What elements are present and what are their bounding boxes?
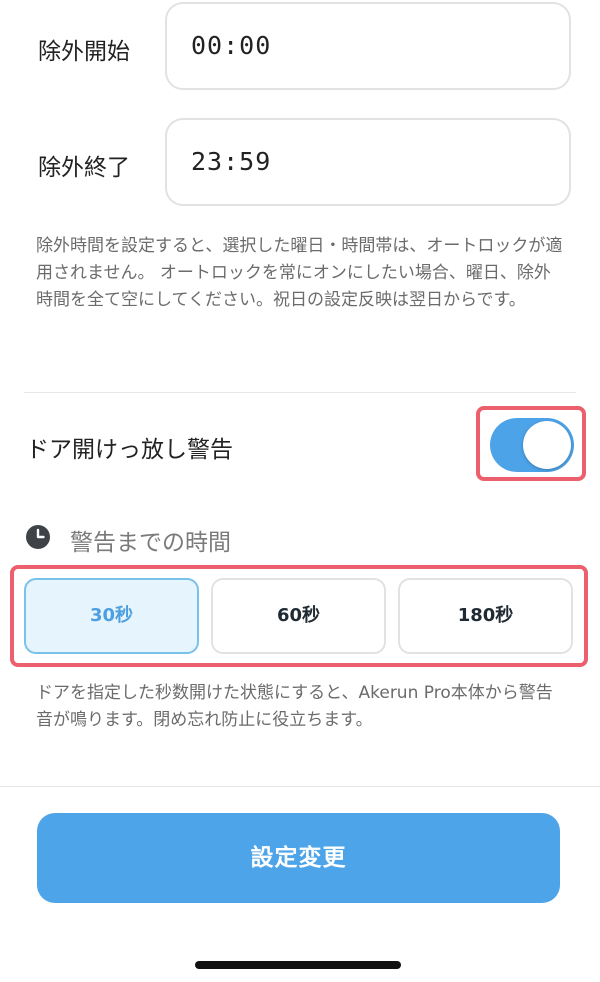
divider	[0, 786, 600, 787]
divider	[24, 392, 576, 393]
exclusion-start-input[interactable]: 00:00	[165, 2, 571, 90]
option-60s-button[interactable]: 60秒	[211, 578, 386, 654]
warning-help-text: ドアを指定した秒数開けた状態にすると、Akerun Pro本体から警告音が鳴りま…	[36, 683, 553, 730]
home-indicator	[195, 961, 401, 969]
exclusion-end-input[interactable]: 23:59	[165, 118, 571, 206]
exclusion-end-row: 除外終了 23:59	[0, 118, 600, 210]
option-180s-button[interactable]: 180秒	[398, 578, 573, 654]
save-settings-button[interactable]: 設定変更	[37, 813, 560, 903]
clock-icon	[26, 525, 50, 549]
warning-time-title: 警告までの時間	[70, 530, 231, 556]
exclusion-start-row: 除外開始 00:00	[0, 2, 600, 94]
exclusion-end-label: 除外終了	[38, 155, 130, 181]
settings-screen: 除外開始 00:00 除外終了 23:59 除外時間を設定すると、選択した曜日・…	[0, 0, 600, 982]
toggle-knob	[523, 421, 571, 469]
exclusion-help-text: 除外時間を設定すると、選択した曜日・時間帯は、オートロックが適用されません。 オ…	[36, 236, 563, 310]
door-open-warning-label: ドア開けっ放し警告	[26, 437, 233, 463]
door-open-warning-toggle[interactable]	[490, 418, 574, 472]
option-30s-button[interactable]: 30秒	[24, 578, 199, 654]
exclusion-start-label: 除外開始	[38, 39, 130, 65]
